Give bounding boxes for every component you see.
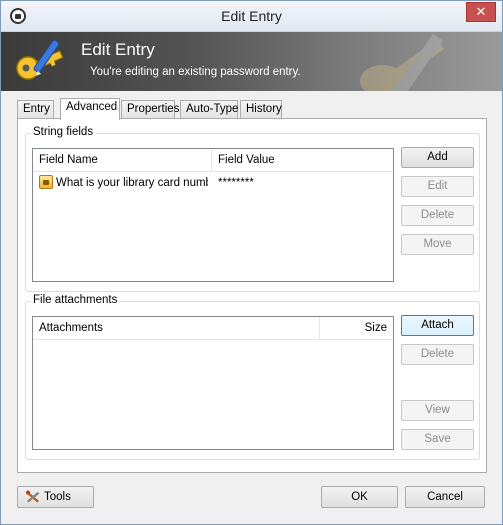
string-fields-group: String fields Field Name Field Value Wha… [25,126,480,292]
column-field-value[interactable]: Field Value [212,149,395,172]
file-attachments-label: File attachments [31,294,120,306]
string-fields-label: String fields [31,126,96,138]
advanced-tab-panel: String fields Field Name Field Value Wha… [17,118,487,473]
close-button[interactable]: ✕ [466,2,496,22]
tab-history[interactable]: History [240,100,282,119]
save-attachment-button[interactable]: Save [401,429,474,450]
banner-subtitle: You're editing an existing password entr… [90,66,301,78]
field-value-cell: ******** [218,177,254,189]
key-pen-icon [16,39,64,80]
window-title: Edit Entry [221,8,282,24]
ok-button[interactable]: OK [321,486,398,508]
view-button[interactable]: View [401,400,474,421]
tab-entry[interactable]: Entry [17,100,54,119]
watermark-key-icon [360,33,444,91]
tools-label: Tools [44,490,71,503]
attach-button[interactable]: Attach [401,315,474,336]
delete-field-button[interactable]: Delete [401,205,474,226]
tab-auto-type[interactable]: Auto-Type [180,100,238,119]
list-header: Attachments Size [33,317,393,340]
string-fields-list[interactable]: Field Name Field Value What is your libr… [32,148,394,282]
edit-entry-dialog: Edit Entry ✕ Edit Entry You're editing a… [0,0,503,525]
column-attachments[interactable]: Attachments [33,317,320,340]
tab-advanced[interactable]: Advanced [60,98,120,120]
list-header: Field Name Field Value [33,149,393,172]
tools-icon [26,490,40,503]
table-row[interactable]: What is your library card numb... ******… [33,174,393,192]
move-button[interactable]: Move [401,234,474,255]
file-attachments-group: File attachments Attachments Size Attach… [25,294,480,460]
tools-button[interactable]: Tools [17,486,94,508]
add-button[interactable]: Add [401,147,474,168]
entry-key-icon [39,175,53,189]
banner-title: Edit Entry [81,40,155,59]
tab-properties[interactable]: Properties [121,100,179,119]
cancel-button[interactable]: Cancel [405,486,485,508]
attachments-list[interactable]: Attachments Size [32,316,394,450]
delete-attachment-button[interactable]: Delete [401,344,474,365]
title-bar[interactable]: Edit Entry ✕ [1,1,502,32]
header-banner: Edit Entry You're editing an existing pa… [1,32,502,91]
edit-button[interactable]: Edit [401,176,474,197]
column-size[interactable]: Size [320,317,395,340]
field-name-cell: What is your library card numb... [56,177,208,189]
column-field-name[interactable]: Field Name [33,149,212,172]
